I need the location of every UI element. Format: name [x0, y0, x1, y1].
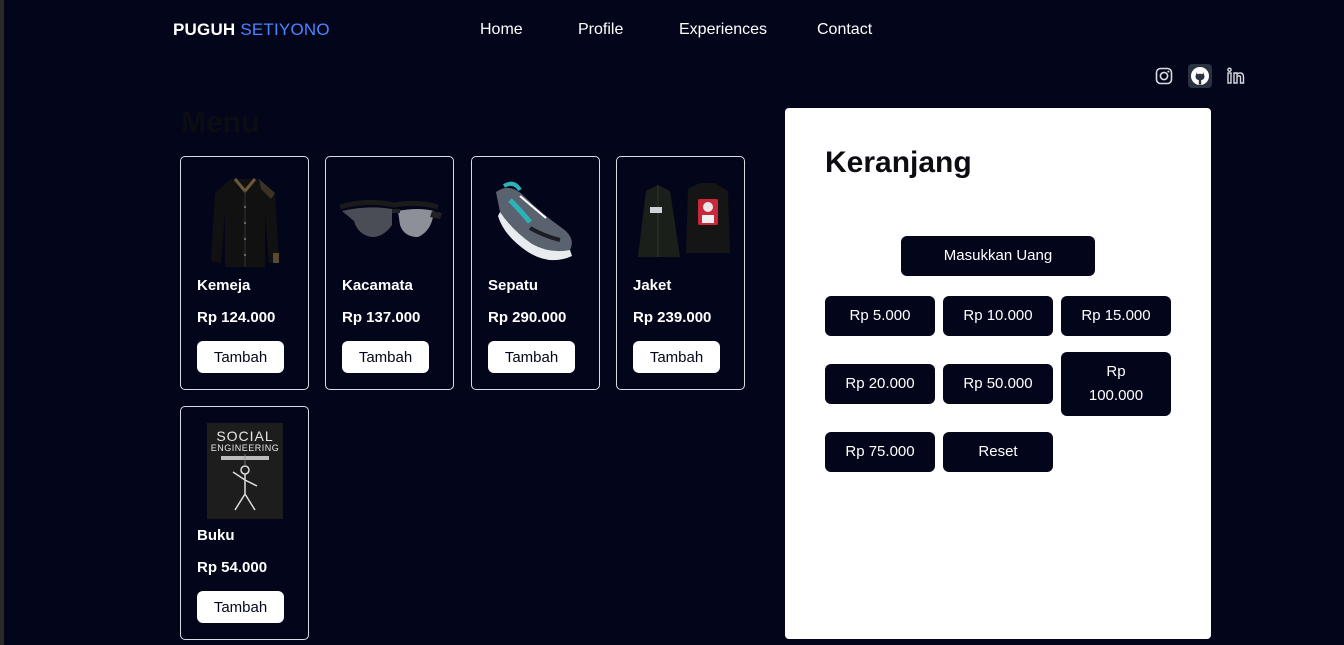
nav-contact[interactable]: Contact	[817, 21, 872, 39]
amount-button-20000[interactable]: Rp 20.000	[825, 364, 935, 404]
github-icon[interactable]	[1188, 64, 1212, 88]
product-name: Buku	[197, 527, 235, 544]
add-to-cart-button[interactable]: Tambah	[197, 591, 284, 623]
product-card-buku: SOCIAL ENGINEERING Buku Rp 54.000 Tambah	[180, 406, 309, 640]
product-name: Kemeja	[197, 277, 251, 294]
reset-button[interactable]: Reset	[943, 432, 1053, 472]
product-name: Sepatu	[488, 277, 539, 294]
product-price: Rp 124.000	[197, 309, 276, 326]
brand-last-name: SETIYONO	[240, 20, 330, 39]
product-price: Rp 137.000	[342, 309, 421, 326]
product-name: Kacamata	[342, 277, 413, 294]
cart-panel: Keranjang Masukkan Uang Rp 5.000 Rp 10.0…	[785, 108, 1211, 639]
book-cover-figure	[221, 454, 269, 511]
book-cover-subtitle: ENGINEERING	[210, 443, 280, 453]
sunglasses-image	[336, 171, 446, 271]
sneakers-image	[488, 171, 584, 271]
amount-button-15000[interactable]: Rp 15.000	[1061, 296, 1171, 336]
amount-button-100000[interactable]: Rp 100.000	[1061, 352, 1171, 416]
amount-button-50000[interactable]: Rp 50.000	[943, 364, 1053, 404]
book-cover-title: SOCIAL	[216, 428, 274, 444]
product-price: Rp 54.000	[197, 559, 268, 576]
product-name: Jaket	[633, 277, 672, 294]
brand-logo[interactable]: PUGUH SETIYONO	[173, 20, 330, 40]
cart-heading: Keranjang	[825, 146, 972, 179]
nav-home[interactable]: Home	[480, 21, 523, 39]
shirt-image	[197, 171, 293, 271]
nav-profile[interactable]: Profile	[578, 21, 623, 39]
add-to-cart-button[interactable]: Tambah	[633, 341, 720, 373]
instagram-icon[interactable]	[1152, 64, 1176, 88]
product-card-sepatu: Sepatu Rp 290.000 Tambah	[471, 156, 600, 390]
insert-money-button[interactable]: Masukkan Uang	[901, 236, 1095, 276]
book-image: SOCIAL ENGINEERING	[207, 423, 283, 519]
brand-first-name: PUGUH	[173, 20, 236, 39]
linkedin-icon[interactable]	[1224, 64, 1248, 88]
amount-button-5000[interactable]: Rp 5.000	[825, 296, 935, 336]
product-price: Rp 239.000	[633, 309, 712, 326]
add-to-cart-button[interactable]: Tambah	[342, 341, 429, 373]
menu-heading: Menu	[181, 106, 260, 139]
social-links	[1152, 64, 1248, 88]
amount-button-75000[interactable]: Rp 75.000	[825, 432, 935, 472]
amount-button-10000[interactable]: Rp 10.000	[943, 296, 1053, 336]
product-card-kacamata: Kacamata Rp 137.000 Tambah	[325, 156, 454, 390]
nav-experiences[interactable]: Experiences	[679, 21, 767, 39]
window-edge	[0, 0, 4, 645]
add-to-cart-button[interactable]: Tambah	[197, 341, 284, 373]
product-card-jaket: Jaket Rp 239.000 Tambah	[616, 156, 745, 390]
add-to-cart-button[interactable]: Tambah	[488, 341, 575, 373]
product-price: Rp 290.000	[488, 309, 567, 326]
product-card-kemeja: Kemeja Rp 124.000 Tambah	[180, 156, 309, 390]
jacket-image	[635, 171, 731, 271]
